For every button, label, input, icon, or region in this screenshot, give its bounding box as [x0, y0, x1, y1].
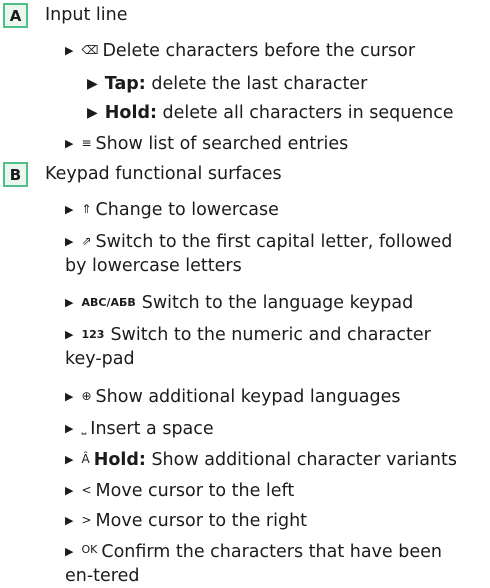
backspace-icon: ⌫: [81, 43, 99, 57]
section-a-letter: A: [3, 3, 28, 28]
item-text: delete the last character: [145, 74, 368, 94]
bullet-arrow-icon: ▶: [65, 390, 74, 403]
bullet-arrow-icon: ▶: [65, 545, 74, 558]
list-item: ▶ ⊕ Show additional keypad languages: [65, 384, 401, 409]
item-text: Insert a space: [90, 419, 214, 439]
bullet-arrow-icon: ▶: [65, 422, 74, 435]
list-item: ▶ > Move cursor to the right: [65, 508, 307, 533]
list-item: ▶ ⌫ Delete characters before the cursor: [65, 38, 415, 63]
list-item: ▶ ABC/АБВ Switch to the language keypad: [65, 291, 413, 315]
item-text: Switch to the first capital letter, foll…: [65, 232, 453, 276]
section-a-title: Input line: [45, 5, 128, 25]
bullet-arrow-icon: ▶: [65, 44, 74, 57]
bullet-arrow-icon: ▶: [87, 76, 98, 92]
list-item: ▶ Tap: delete the last character: [87, 72, 367, 96]
bullet-arrow-icon: ▶: [87, 105, 98, 121]
item-text: Confirm the characters that have been en…: [65, 542, 442, 586]
bullet-arrow-icon: ▶: [65, 328, 74, 341]
item-text: Delete characters before the cursor: [102, 41, 416, 61]
bullet-arrow-icon: ▶: [65, 296, 74, 309]
character-variants-icon: Â: [81, 452, 90, 466]
list-item: ▶ OK Confirm the characters that have been…: [65, 538, 465, 588]
item-text: Show additional character variants: [145, 450, 458, 470]
capitalize-icon: ⇗: [81, 234, 92, 248]
confirm-ok-icon: OK: [81, 543, 98, 556]
bullet-arrow-icon: ▶: [65, 235, 74, 248]
item-label: Tap:: [104, 74, 146, 94]
item-text: Move cursor to the left: [95, 481, 295, 501]
bullet-arrow-icon: ▶: [65, 453, 74, 466]
item-text: Switch to the language keypad: [141, 293, 414, 313]
lowercase-icon: ⇑: [81, 202, 92, 216]
list-item: ▶ < Move cursor to the left: [65, 478, 294, 503]
list-item: ▶ ⇑ Change to lowercase: [65, 197, 279, 222]
list-item: ▶ 123 Switch to the numeric and character …: [65, 323, 465, 371]
list-item: ▶ ⇗ Switch to the first capital letter, fo…: [65, 229, 465, 278]
list-icon: ≡: [81, 136, 92, 150]
list-item: ▶ ⎵ Insert a space: [65, 416, 214, 441]
item-text: delete all characters in sequence: [156, 103, 454, 123]
item-label: Hold:: [104, 103, 157, 123]
list-item: ▶ ≡ Show list of searched entries: [65, 131, 348, 156]
bullet-arrow-icon: ▶: [65, 137, 74, 150]
section-b-title: Keypad functional surfaces: [45, 164, 282, 184]
numeric-keypad-icon: 123: [81, 328, 105, 341]
bullet-arrow-icon: ▶: [65, 484, 74, 497]
cursor-right-icon: >: [81, 513, 92, 527]
list-item: ▶ Â Hold: Show additional character varian…: [65, 447, 457, 472]
item-text: Switch to the numeric and character key-…: [65, 325, 431, 369]
bullet-arrow-icon: ▶: [65, 514, 74, 527]
item-text: Show list of searched entries: [95, 134, 349, 154]
list-item: ▶ Hold: delete all characters in sequence: [87, 101, 454, 125]
item-label: Hold:: [93, 450, 146, 470]
item-text: Show additional keypad languages: [95, 387, 401, 407]
cursor-left-icon: <: [81, 483, 92, 497]
item-text: Change to lowercase: [95, 200, 279, 220]
globe-icon: ⊕: [81, 389, 92, 403]
space-bar-icon: ⎵: [81, 421, 87, 435]
section-b-letter: B: [3, 162, 28, 187]
bullet-arrow-icon: ▶: [65, 203, 74, 216]
language-keypad-icon: ABC/АБВ: [81, 296, 136, 309]
item-text: Move cursor to the right: [95, 511, 308, 531]
